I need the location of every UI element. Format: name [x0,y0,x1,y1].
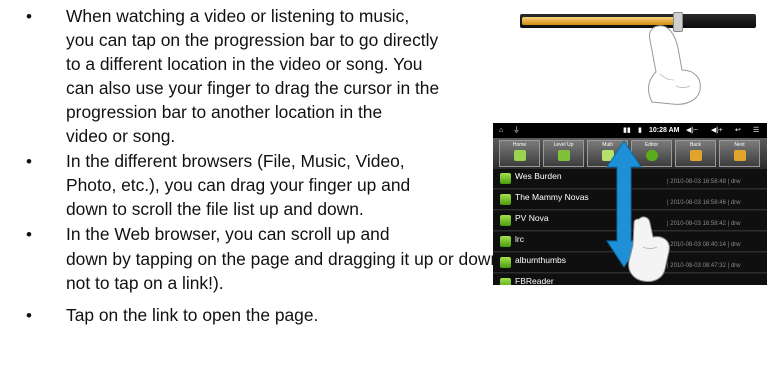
pointing-hand-icon [628,216,670,282]
bullet-marker: • [26,152,32,171]
bullet-1-line-3: to a different location in the video or … [66,54,423,74]
bullet-marker: • [26,306,32,325]
file-browser-screenshot: ⌂ ⏚ ▮▮ ▮ 10:28 AM ◀)− ◀)+ ↩ ☰ Home Level… [493,123,767,285]
bullet-1-line-5: progression bar to another location in t… [66,102,383,122]
bullet-1-line-6: video or song. [66,126,176,146]
scroll-gesture-overlay [606,140,670,282]
bullet-1-line-4: can also use your finger to drag the cur… [66,78,440,98]
bullet-1-line-2: you can tap on the progression bar to go… [66,30,439,50]
bullet-3-line-1: In the Web browser, you can scroll up an… [66,224,390,244]
bullet-3-line-3: not to tap on a link!). [66,273,224,293]
bullet-2-line-1: In the different browsers (File, Music, … [66,151,405,171]
pointing-hand-icon [648,25,701,105]
bullet-4-line-1: Tap on the link to open the page. [66,305,319,325]
bullet-2-line-3: down to scroll the file list up and down… [66,199,364,219]
bullet-1-line-1: When watching a video or listening to mu… [66,6,410,26]
progress-bar-illustration [510,4,766,108]
bullet-2-line-2: Photo, etc.), you can drag your finger u… [66,175,411,195]
bullet-marker: • [26,7,32,26]
bullet-marker: • [26,225,32,244]
